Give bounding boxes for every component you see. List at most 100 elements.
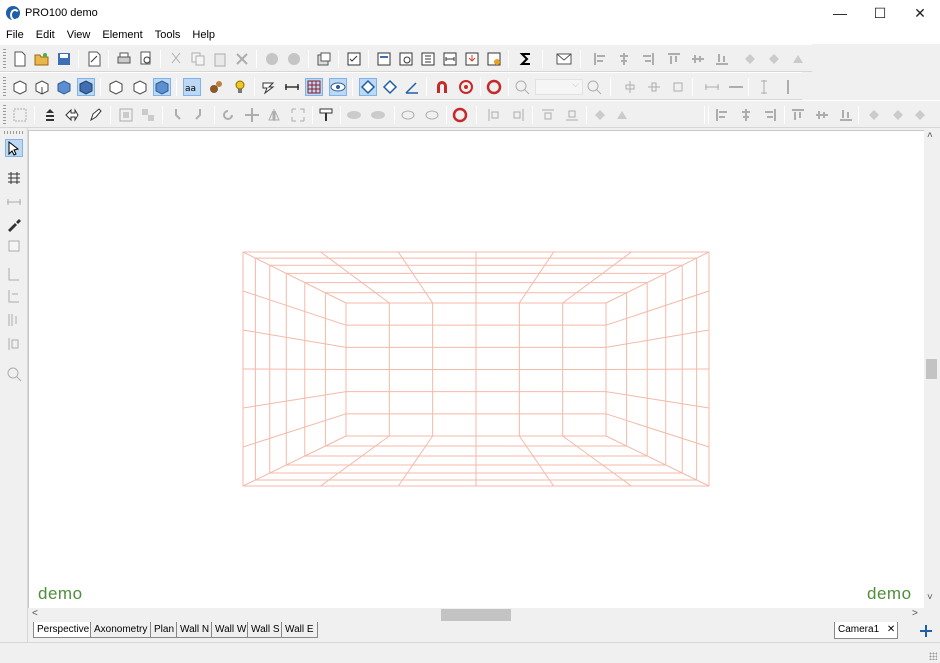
dimension-icon[interactable]	[284, 79, 300, 95]
align-bottom-icon[interactable]	[714, 51, 730, 67]
textured-view-icon[interactable]	[77, 78, 95, 96]
grid-icon[interactable]	[305, 78, 323, 96]
attach-back-icon[interactable]	[614, 107, 630, 123]
sum-icon[interactable]	[518, 51, 534, 67]
save-icon[interactable]	[56, 51, 72, 67]
raise-icon[interactable]	[42, 107, 58, 123]
unlock-icon[interactable]	[424, 107, 440, 123]
attach-front-icon[interactable]	[592, 107, 608, 123]
copy-icon[interactable]	[190, 51, 206, 67]
stretch-h-icon[interactable]	[6, 288, 22, 304]
center-both-icon[interactable]	[670, 79, 686, 95]
toolbar-grip[interactable]	[3, 77, 6, 97]
measure-icon[interactable]	[6, 194, 22, 210]
new-file-icon[interactable]	[12, 51, 28, 67]
target-icon[interactable]	[458, 79, 474, 95]
delete-icon[interactable]	[234, 51, 250, 67]
new-element-icon[interactable]	[6, 238, 22, 254]
toolbar-grip[interactable]	[3, 49, 6, 69]
tab-wall-e[interactable]: Wall E	[281, 622, 318, 638]
toolbar-grip[interactable]	[4, 131, 24, 134]
cut-icon[interactable]	[168, 51, 184, 67]
rotate-cw-icon[interactable]	[192, 107, 208, 123]
box-front-icon[interactable]	[108, 79, 124, 95]
align-bottom-edge-icon[interactable]	[838, 107, 854, 123]
show-icon[interactable]	[370, 107, 386, 123]
ungroup-icon[interactable]	[140, 107, 156, 123]
scroll-down-icon[interactable]: ˅	[927, 592, 933, 603]
box-solid-icon[interactable]	[153, 78, 171, 96]
report-parts-icon[interactable]	[420, 51, 436, 67]
rotate-90-left-icon[interactable]	[866, 107, 882, 123]
report-preview-icon[interactable]	[398, 51, 414, 67]
catalog-icon[interactable]	[316, 51, 332, 67]
rotate-icon[interactable]	[220, 107, 236, 123]
collision-icon[interactable]	[486, 79, 502, 95]
rotate-left-icon[interactable]	[742, 51, 758, 67]
align-left-icon[interactable]	[592, 51, 608, 67]
zoom-window-icon[interactable]	[6, 366, 22, 382]
lock-icon[interactable]	[400, 107, 416, 123]
report-icon[interactable]	[376, 51, 392, 67]
rotate-180-icon[interactable]	[912, 107, 928, 123]
stretch-v-icon[interactable]	[6, 312, 22, 328]
tab-perspective[interactable]: Perspective	[33, 622, 94, 638]
paint-roller-icon[interactable]	[318, 107, 334, 123]
tab-wall-w[interactable]: Wall W	[211, 622, 251, 638]
mail-icon[interactable]	[556, 51, 572, 67]
camera-tab-close-icon[interactable]: ✕	[887, 624, 895, 635]
same-height-icon[interactable]	[756, 79, 772, 95]
snap-icon[interactable]	[260, 79, 276, 95]
flip-icon[interactable]	[790, 51, 806, 67]
align-right-icon[interactable]	[640, 51, 656, 67]
print-preview-icon[interactable]	[138, 51, 154, 67]
attach-left-icon[interactable]	[486, 107, 502, 123]
tab-plan[interactable]: Plan	[150, 622, 179, 638]
menu-tools[interactable]: Tools	[149, 29, 187, 41]
distribute-v-icon[interactable]	[780, 79, 796, 95]
stretch-all-icon[interactable]	[6, 336, 22, 352]
eye-view-icon[interactable]	[329, 78, 347, 96]
zoom-out-icon[interactable]	[514, 79, 530, 95]
tab-wall-n[interactable]: Wall N	[176, 622, 214, 638]
menu-edit[interactable]: Edit	[30, 29, 61, 41]
pointer-arrow-icon[interactable]	[5, 139, 23, 157]
vertical-scroll-thumb[interactable]	[926, 359, 937, 379]
tab-axonometry[interactable]: Axonometry	[90, 622, 152, 638]
center-v-icon[interactable]	[646, 79, 662, 95]
attach-right-icon[interactable]	[510, 107, 526, 123]
export-icon[interactable]	[464, 51, 480, 67]
materials-icon[interactable]	[208, 79, 224, 95]
align-middle-edge-icon[interactable]	[814, 107, 830, 123]
menu-file[interactable]: File	[0, 29, 30, 41]
scroll-right-icon[interactable]: >	[912, 608, 918, 619]
multi-select-icon[interactable]	[6, 170, 22, 186]
rotate-ccw-icon[interactable]	[168, 107, 184, 123]
toolbar-grip[interactable]	[3, 105, 6, 125]
menu-view[interactable]: View	[61, 29, 97, 41]
scroll-up-icon[interactable]: ˄	[927, 130, 933, 141]
hide-icon[interactable]	[346, 107, 362, 123]
eyedropper-icon[interactable]	[6, 216, 22, 232]
open-folder-icon[interactable]	[34, 51, 50, 67]
move-element-icon[interactable]	[64, 107, 80, 123]
menu-help[interactable]: Help	[186, 29, 221, 41]
maximize-button[interactable]: ☐	[860, 0, 900, 26]
align-right-edge-icon[interactable]	[762, 107, 778, 123]
attach-top-icon[interactable]	[540, 107, 556, 123]
magnet-icon[interactable]	[434, 79, 450, 95]
align-center-edge-icon[interactable]	[738, 107, 754, 123]
select-all-icon[interactable]	[12, 107, 28, 123]
angle-icon[interactable]	[404, 79, 420, 95]
horizontal-scrollbar[interactable]: < >	[28, 608, 924, 622]
stretch-icon[interactable]	[6, 266, 22, 282]
vertical-scrollbar[interactable]: ˄ ˅	[924, 130, 940, 608]
snap-edge-icon[interactable]	[382, 79, 398, 95]
resize-icon[interactable]	[290, 107, 306, 123]
attach-bottom-icon[interactable]	[564, 107, 580, 123]
align-top-edge-icon[interactable]	[790, 107, 806, 123]
wireframe-view-icon[interactable]	[12, 79, 28, 95]
print-icon[interactable]	[116, 51, 132, 67]
pen-edit-icon[interactable]	[88, 107, 104, 123]
move-cross-icon[interactable]	[244, 107, 260, 123]
